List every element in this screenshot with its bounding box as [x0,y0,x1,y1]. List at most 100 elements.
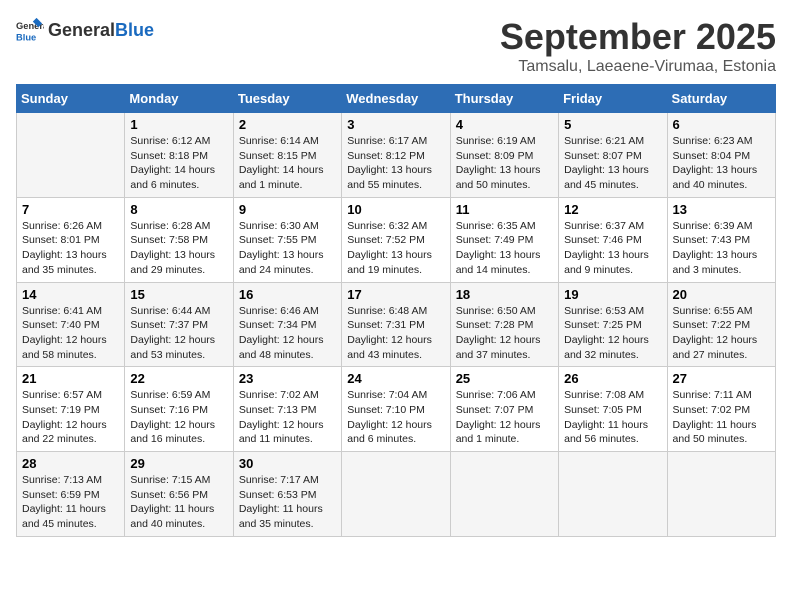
day-info: Sunrise: 6:17 AMSunset: 8:12 PMDaylight:… [347,134,444,193]
month-title: September 2025 [500,16,776,58]
calendar-cell: 23Sunrise: 7:02 AMSunset: 7:13 PMDayligh… [233,367,341,452]
day-info: Sunrise: 6:59 AMSunset: 7:16 PMDaylight:… [130,388,227,447]
calendar-cell: 25 Sunrise: 7:06 AMSunset: 7:07 PMDayligh… [450,367,558,452]
day-info: Sunrise: 7:11 AMSunset: 7:02 PMDaylight:… [673,388,770,447]
day-number: 12 [564,202,661,217]
calendar-cell: 15 Sunrise: 6:44 AMSunset: 7:37 PMDayligh… [125,282,233,367]
calendar-cell: 20 Sunrise: 6:55 AMSunset: 7:22 PMDayligh… [667,282,775,367]
day-info: Sunrise: 6:46 AMSunset: 7:34 PMDaylight:… [239,304,336,363]
day-info: Sunrise: 7:02 AMSunset: 7:13 PMDaylight:… [239,388,336,447]
weekday-header-row: SundayMondayTuesdayWednesdayThursdayFrid… [17,85,776,113]
day-number: 29 [130,456,227,471]
calendar-body: 1Sunrise: 6:12 AMSunset: 8:18 PMDaylight… [17,113,776,537]
calendar-cell [342,452,450,537]
calendar-cell [667,452,775,537]
day-number: 8 [130,202,227,217]
day-number: 30 [239,456,336,471]
calendar-cell: 13 Sunrise: 6:39 AMSunset: 7:43 PMDayligh… [667,197,775,282]
weekday-header-tuesday: Tuesday [233,85,341,113]
day-info: Sunrise: 6:44 AMSunset: 7:37 PMDaylight:… [130,304,227,363]
day-info: Sunrise: 6:19 AMSunset: 8:09 PMDaylight:… [456,134,553,193]
title-area: September 2025 Tamsalu, Laeaene-Virumaa,… [500,16,776,76]
logo: General Blue GeneralBlue [16,16,154,44]
calendar-cell: 19 Sunrise: 6:53 AMSunset: 7:25 PMDayligh… [559,282,667,367]
calendar-cell: 6Sunrise: 6:23 AMSunset: 8:04 PMDaylight… [667,113,775,198]
day-number: 16 [239,287,336,302]
day-number: 25 [456,371,553,386]
day-info: Sunrise: 6:30 AMSunset: 7:55 PMDaylight:… [239,219,336,278]
day-number: 14 [22,287,119,302]
calendar-cell: 27 Sunrise: 7:11 AMSunset: 7:02 PMDayligh… [667,367,775,452]
day-info: Sunrise: 6:50 AMSunset: 7:28 PMDaylight:… [456,304,553,363]
day-number: 28 [22,456,119,471]
day-number: 22 [130,371,227,386]
weekday-header-friday: Friday [559,85,667,113]
day-number: 2 [239,117,336,132]
calendar-cell: 22 Sunrise: 6:59 AMSunset: 7:16 PMDayligh… [125,367,233,452]
day-number: 27 [673,371,770,386]
day-number: 17 [347,287,444,302]
day-number: 10 [347,202,444,217]
day-info: Sunrise: 6:21 AMSunset: 8:07 PMDaylight:… [564,134,661,193]
calendar-week-row: 1Sunrise: 6:12 AMSunset: 8:18 PMDaylight… [17,113,776,198]
calendar-cell: 21 Sunrise: 6:57 AMSunset: 7:19 PMDayligh… [17,367,125,452]
day-info: Sunrise: 6:41 AMSunset: 7:40 PMDaylight:… [22,304,119,363]
calendar-cell: 9Sunrise: 6:30 AMSunset: 7:55 PMDaylight… [233,197,341,282]
day-info: Sunrise: 7:04 AMSunset: 7:10 PMDaylight:… [347,388,444,447]
day-info: Sunrise: 6:14 AMSunset: 8:15 PMDaylight:… [239,134,336,193]
weekday-header-monday: Monday [125,85,233,113]
calendar-week-row: 14 Sunrise: 6:41 AMSunset: 7:40 PMDayligh… [17,282,776,367]
calendar-table: SundayMondayTuesdayWednesdayThursdayFrid… [16,84,776,537]
calendar-cell [450,452,558,537]
day-info: Sunrise: 7:17 AMSunset: 6:53 PMDaylight:… [239,473,336,532]
calendar-cell: 30 Sunrise: 7:17 AMSunset: 6:53 PMDayligh… [233,452,341,537]
day-info: Sunrise: 7:15 AMSunset: 6:56 PMDaylight:… [130,473,227,532]
day-info: Sunrise: 7:08 AMSunset: 7:05 PMDaylight:… [564,388,661,447]
calendar-cell: 24 Sunrise: 7:04 AMSunset: 7:10 PMDayligh… [342,367,450,452]
day-number: 5 [564,117,661,132]
day-info: Sunrise: 6:23 AMSunset: 8:04 PMDaylight:… [673,134,770,193]
calendar-week-row: 28 Sunrise: 7:13 AMSunset: 6:59 PMDayligh… [17,452,776,537]
day-info: Sunrise: 7:13 AMSunset: 6:59 PMDaylight:… [22,473,119,532]
day-info: Sunrise: 7:06 AMSunset: 7:07 PMDaylight:… [456,388,553,447]
calendar-cell: 1Sunrise: 6:12 AMSunset: 8:18 PMDaylight… [125,113,233,198]
calendar-cell: 17 Sunrise: 6:48 AMSunset: 7:31 PMDayligh… [342,282,450,367]
day-number: 7 [22,202,119,217]
day-number: 20 [673,287,770,302]
day-number: 26 [564,371,661,386]
calendar-cell: 29 Sunrise: 7:15 AMSunset: 6:56 PMDayligh… [125,452,233,537]
day-number: 24 [347,371,444,386]
day-info: Sunrise: 6:55 AMSunset: 7:22 PMDaylight:… [673,304,770,363]
day-number: 15 [130,287,227,302]
calendar-cell: 11Sunrise: 6:35 AMSunset: 7:49 PMDayligh… [450,197,558,282]
calendar-week-row: 21 Sunrise: 6:57 AMSunset: 7:19 PMDayligh… [17,367,776,452]
day-info: Sunrise: 6:48 AMSunset: 7:31 PMDaylight:… [347,304,444,363]
calendar-cell: 7 Sunrise: 6:26 AMSunset: 8:01 PMDaylight… [17,197,125,282]
header: General Blue GeneralBlue September 2025 … [16,16,776,76]
day-number: 4 [456,117,553,132]
day-info: Sunrise: 6:53 AMSunset: 7:25 PMDaylight:… [564,304,661,363]
calendar-cell: 18 Sunrise: 6:50 AMSunset: 7:28 PMDayligh… [450,282,558,367]
weekday-header-wednesday: Wednesday [342,85,450,113]
calendar-cell: 16 Sunrise: 6:46 AMSunset: 7:34 PMDayligh… [233,282,341,367]
day-info: Sunrise: 6:57 AMSunset: 7:19 PMDaylight:… [22,388,119,447]
calendar-week-row: 7 Sunrise: 6:26 AMSunset: 8:01 PMDaylight… [17,197,776,282]
day-number: 3 [347,117,444,132]
calendar-cell: 14 Sunrise: 6:41 AMSunset: 7:40 PMDayligh… [17,282,125,367]
day-number: 19 [564,287,661,302]
day-info: Sunrise: 6:28 AMSunset: 7:58 PMDaylight:… [130,219,227,278]
location-title: Tamsalu, Laeaene-Virumaa, Estonia [500,58,776,76]
day-number: 1 [130,117,227,132]
calendar-cell [559,452,667,537]
weekday-header-thursday: Thursday [450,85,558,113]
day-number: 13 [673,202,770,217]
day-info: Sunrise: 6:39 AMSunset: 7:43 PMDaylight:… [673,219,770,278]
day-number: 11 [456,202,553,217]
day-info: Sunrise: 6:32 AMSunset: 7:52 PMDaylight:… [347,219,444,278]
logo-icon: General Blue [16,16,44,44]
day-number: 18 [456,287,553,302]
day-info: Sunrise: 6:26 AMSunset: 8:01 PMDaylight:… [22,219,119,278]
calendar-cell: 4 Sunrise: 6:19 AMSunset: 8:09 PMDaylight… [450,113,558,198]
calendar-cell: 5 Sunrise: 6:21 AMSunset: 8:07 PMDaylight… [559,113,667,198]
day-number: 21 [22,371,119,386]
